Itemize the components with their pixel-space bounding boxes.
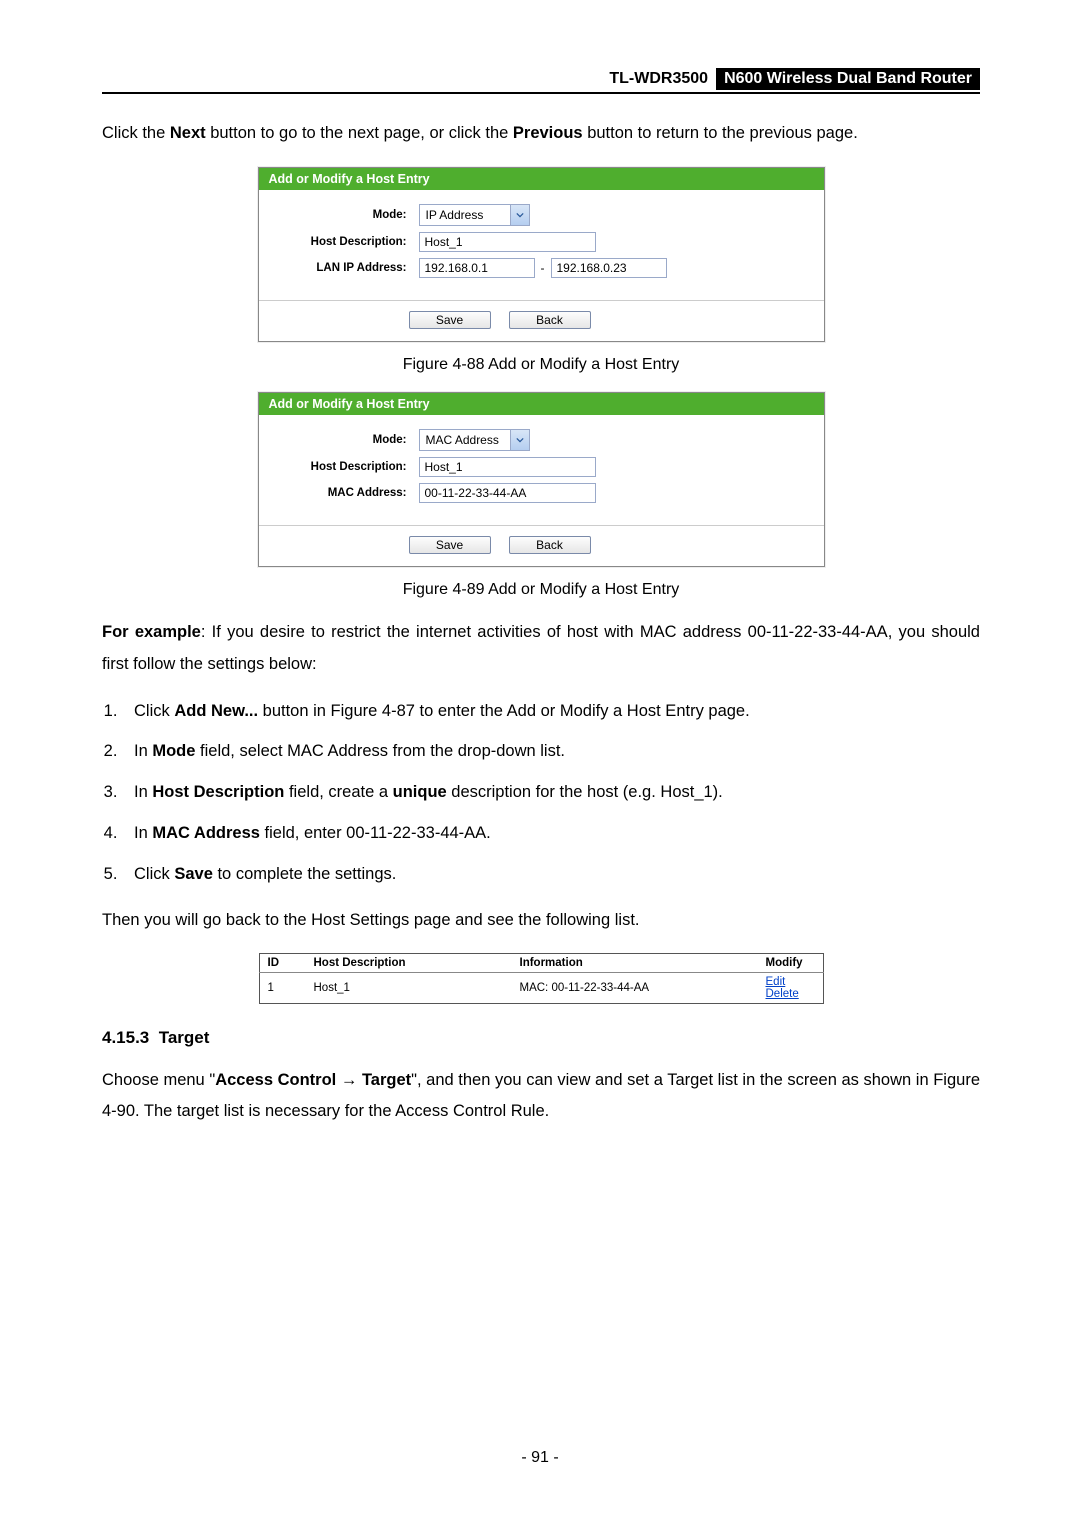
save-button[interactable]: Save [409, 536, 491, 554]
text: to complete the settings. [213, 865, 396, 883]
save-button[interactable]: Save [409, 311, 491, 329]
text: Click [134, 702, 174, 720]
input-value: Host_1 [425, 235, 463, 249]
list-item: In Mode field, select MAC Address from t… [122, 737, 980, 766]
back-button[interactable]: Back [509, 311, 591, 329]
text: Choose menu " [102, 1071, 215, 1089]
text: button to go to the next page, or click … [206, 124, 513, 142]
host-description-label: Host Description: [269, 236, 419, 248]
mode-select[interactable]: MAC Address [419, 429, 530, 451]
bold-text: Next [170, 124, 206, 142]
col-information: Information [512, 954, 758, 973]
edit-link[interactable]: Edit [766, 976, 786, 988]
figure-caption: Figure 4-89 Add or Modify a Host Entry [102, 581, 980, 599]
text: field, select MAC Address from the drop-… [195, 742, 565, 760]
mac-address-label: MAC Address: [269, 487, 419, 499]
ip-from-input[interactable]: 192.168.0.1 [419, 258, 535, 278]
text: : If you desire to restrict the internet… [102, 623, 980, 672]
mac-address-input[interactable]: 00-11-22-33-44-AA [419, 483, 596, 503]
bold-text: unique [393, 783, 447, 801]
steps-list: Click Add New... button in Figure 4-87 t… [102, 697, 980, 889]
lan-ip-label: LAN IP Address: [269, 262, 419, 274]
page-header: TL-WDR3500 N600 Wireless Dual Band Route… [102, 68, 980, 94]
model-number: TL-WDR3500 [609, 70, 716, 88]
cell-modify: Edit Delete [758, 973, 824, 1004]
back-button[interactable]: Back [509, 536, 591, 554]
figure-panel-ip: Add or Modify a Host Entry Mode: IP Addr… [258, 167, 825, 342]
list-item: In MAC Address field, enter 00-11-22-33-… [122, 819, 980, 848]
text: button in Figure 4-87 to enter the Add o… [258, 702, 750, 720]
text: In [134, 824, 152, 842]
then-paragraph: Then you will go back to the Host Settin… [102, 905, 980, 936]
text: In [134, 742, 152, 760]
section-number: 4.15.3 [102, 1028, 149, 1047]
example-paragraph: For example: If you desire to restrict t… [102, 617, 980, 680]
list-item: In Host Description field, create a uniq… [122, 778, 980, 807]
bold-text: MAC Address [152, 824, 260, 842]
col-host-description: Host Description [306, 954, 512, 973]
table-row: 1 Host_1 MAC: 00-11-22-33-44-AA Edit Del… [259, 973, 823, 1004]
cell-id: 1 [259, 973, 306, 1004]
bold-text: Mode [152, 742, 195, 760]
host-description-input[interactable]: Host_1 [419, 457, 596, 477]
input-value: 192.168.0.23 [557, 261, 627, 275]
chevron-down-icon [510, 430, 529, 450]
bold-text: Access Control [215, 1071, 336, 1089]
text: description for the host (e.g. Host_1). [447, 783, 723, 801]
bold-text: Add New... [174, 702, 258, 720]
mode-select-value: IP Address [420, 208, 510, 222]
bold-text: For example [102, 623, 201, 641]
figure-caption: Figure 4-88 Add or Modify a Host Entry [102, 356, 980, 374]
mode-label: Mode: [269, 209, 419, 221]
product-name-badge: N600 Wireless Dual Band Router [716, 68, 980, 90]
mode-select[interactable]: IP Address [419, 204, 530, 226]
bold-text: Save [174, 865, 213, 883]
host-settings-table: ID Host Description Information Modify 1… [259, 953, 824, 1004]
col-id: ID [259, 954, 306, 973]
cell-host-description: Host_1 [306, 973, 512, 1004]
intro-paragraph: Click the Next button to go to the next … [102, 118, 980, 149]
panel-title: Add or Modify a Host Entry [259, 168, 824, 190]
delete-link[interactable]: Delete [766, 988, 799, 1000]
host-description-input[interactable]: Host_1 [419, 232, 596, 252]
list-item: Click Add New... button in Figure 4-87 t… [122, 697, 980, 726]
panel-title: Add or Modify a Host Entry [259, 393, 824, 415]
section-title: Target [159, 1028, 210, 1047]
input-value: Host_1 [425, 460, 463, 474]
text: In [134, 783, 152, 801]
button-label: Back [536, 538, 563, 552]
col-modify: Modify [758, 954, 824, 973]
bold-text: Previous [513, 124, 583, 142]
button-label: Back [536, 313, 563, 327]
ip-to-input[interactable]: 192.168.0.23 [551, 258, 667, 278]
list-item: Click Save to complete the settings. [122, 860, 980, 889]
target-paragraph: Choose menu "Access Control → Target", a… [102, 1065, 980, 1128]
host-description-label: Host Description: [269, 461, 419, 473]
input-value: 00-11-22-33-44-AA [425, 486, 527, 500]
button-label: Save [436, 538, 463, 552]
bold-text: Target [362, 1071, 411, 1089]
bold-text: Host Description [152, 783, 284, 801]
section-heading: 4.15.3 Target [102, 1028, 980, 1048]
page-number: - 91 - [0, 1449, 1080, 1467]
figure-panel-mac: Add or Modify a Host Entry Mode: MAC Add… [258, 392, 825, 567]
text: field, create a [284, 783, 392, 801]
text: Click the [102, 124, 170, 142]
text: Click [134, 865, 174, 883]
button-label: Save [436, 313, 463, 327]
text: field, enter 00-11-22-33-44-AA. [260, 824, 491, 842]
arrow-icon: → [336, 1071, 362, 1089]
range-dash: - [535, 261, 551, 275]
input-value: 192.168.0.1 [425, 261, 488, 275]
mode-label: Mode: [269, 434, 419, 446]
chevron-down-icon [510, 205, 529, 225]
text: button to return to the previous page. [583, 124, 858, 142]
mode-select-value: MAC Address [420, 433, 510, 447]
cell-information: MAC: 00-11-22-33-44-AA [512, 973, 758, 1004]
